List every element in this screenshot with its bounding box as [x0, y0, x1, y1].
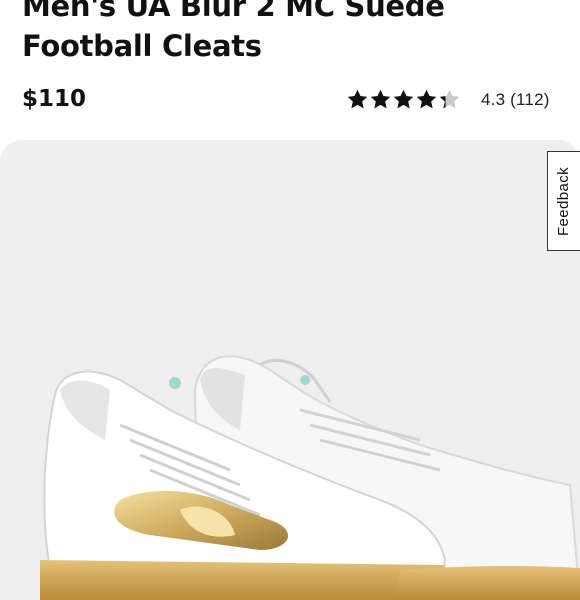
product-title: Men's UA Blur 2 MC Suede Football Cleats [22, 0, 562, 66]
star-icon [393, 89, 414, 109]
star-icon [347, 89, 368, 109]
football-cleats-image [40, 355, 580, 600]
rating-count[interactable]: 4.3 (112) [481, 90, 550, 110]
product-title-line-2: Football Cleats [22, 29, 262, 63]
feedback-label: Feedback [555, 166, 573, 236]
feedback-tab[interactable]: Feedback [547, 151, 580, 251]
star-half-icon [439, 89, 460, 109]
product-title-line-1: Men's UA Blur 2 MC Suede [22, 0, 445, 23]
product-price: $110 [22, 86, 87, 112]
star-icon [370, 89, 391, 109]
product-rating[interactable]: 4.3 (112) [346, 88, 550, 111]
star-icon [416, 89, 437, 109]
product-image-card[interactable] [0, 140, 580, 600]
rating-stars [346, 88, 461, 111]
